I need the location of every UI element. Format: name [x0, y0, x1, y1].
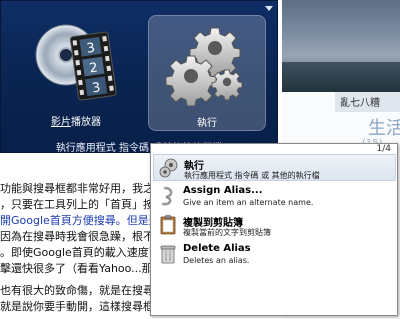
action-item-copy-clipboard[interactable]: 複製到剪貼簿 複製當前的文字到剪貼簿 — [153, 212, 396, 239]
movie-player-label: 影片播放器 — [51, 117, 101, 128]
body-text-line: 就是說你要手動開，這樣搜尋框 — [0, 300, 154, 313]
body-text-line: 擊還快很多了（看看Yahoo...那 — [0, 262, 153, 275]
action-item-desc: Deletes an alias. — [183, 256, 250, 265]
action-item-run[interactable]: 執行 執行應用程式 指令碼 或 其他的執行檔 — [153, 154, 396, 181]
gears-icon — [159, 158, 178, 178]
action-item-delete-alias[interactable]: Delete Alias Deletes an alias. — [153, 241, 396, 268]
right-big-text: 生活 — [368, 118, 400, 139]
action-item-title: Delete Alias — [183, 243, 251, 254]
clipboard-icon — [160, 215, 176, 235]
movie-player-tile[interactable]: 3 2 3 影片播放器 — [17, 15, 135, 131]
body-text-line: 功能與搜尋框都非常好用，我之 — [0, 182, 154, 195]
body-text-line: 。即使Google首頁的載入速度已 — [0, 246, 160, 259]
movie-player-icon: 3 2 3 — [35, 24, 117, 101]
action-item-desc: Give an item an alternate name. — [183, 198, 314, 207]
alias-arrow-icon — [161, 186, 173, 206]
right-header-text: 亂七八糟 — [340, 98, 380, 109]
body-text-line: 因為在搜尋時我會很急躁，根不 — [0, 230, 154, 243]
action-item-assign-alias[interactable]: Assign Alias... Give an item an alternat… — [153, 183, 396, 210]
header-photo — [282, 0, 400, 92]
gears-icon — [165, 27, 243, 106]
dropdown-arrow-icon[interactable] — [265, 6, 273, 11]
run-tile[interactable]: 執行 — [148, 15, 266, 131]
action-item-title: Assign Alias... — [183, 185, 263, 196]
run-label: 執行 — [197, 118, 217, 129]
launcher-panel: 3 2 3 影片播放器 執行 執行應用程式 指令碼 或其他的執行檔 — [0, 0, 278, 154]
body-text-line: 也有很大的致命傷，就是在搜尋 — [0, 284, 154, 297]
trash-icon — [160, 245, 176, 264]
action-popup: 1/4 執行 執行應用程式 指令碼 或 其他的執行檔 Assign Alias.… — [150, 143, 398, 316]
body-text-line: 開Google首頁方便搜尋。但是這 — [0, 214, 160, 227]
result-counter: 1/4 — [376, 144, 391, 154]
action-item-desc: 複製當前的文字到剪貼簿 — [183, 228, 271, 237]
body-text-line: ，只要在工具列上的「首頁」按 — [0, 198, 154, 211]
action-item-desc: 執行應用程式 指令碼 或 其他的執行檔 — [184, 171, 320, 180]
